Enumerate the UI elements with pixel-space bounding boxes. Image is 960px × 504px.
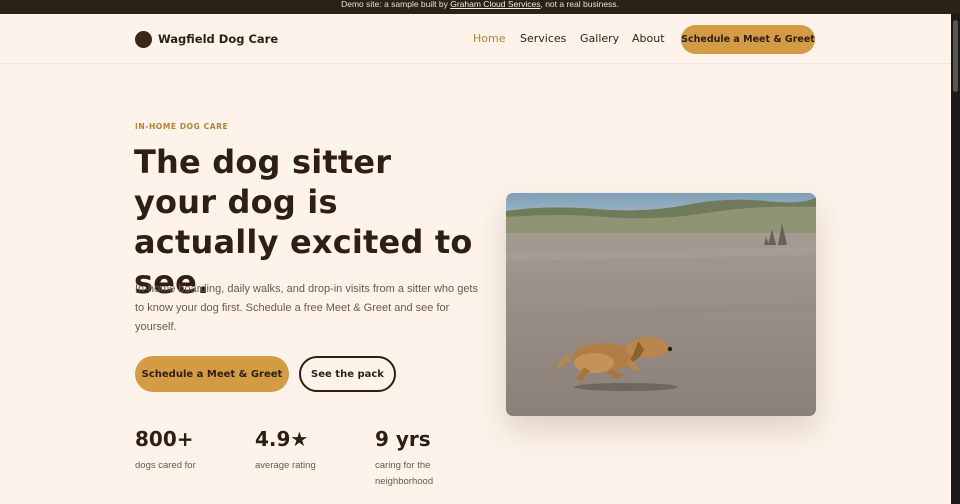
stat-dogs-cared: 800+ dogs cared for [135,426,196,474]
scrollbar-thumb[interactable] [953,20,958,92]
page: Wagfield Dog Care Home Services Gallery … [0,14,951,504]
hero-eyebrow: IN-HOME DOG CARE [135,122,229,131]
banner-suffix: , not a real business. [540,0,619,9]
demo-banner: Demo site: a sample built by Graham Clou… [0,0,960,14]
stat-value: 4.9★ [255,427,309,451]
hero-dog-photo [506,193,816,416]
see-the-pack-button[interactable]: See the pack [299,356,396,392]
stat-label: caring for the neighborhood [375,460,434,487]
nav-home[interactable]: Home [473,32,505,46]
hero-headline: The dog sitter your dog is actually exci… [134,143,473,301]
logo-icon[interactable] [135,31,152,48]
hero-lead: In-home boarding, daily walks, and drop-… [135,283,478,333]
stat-label: dogs cared for [135,460,196,471]
stat-average-rating: 4.9★ average rating [255,426,316,474]
stat-label: average rating [255,460,316,471]
banner-link[interactable]: Graham Cloud Services [450,0,540,9]
scrollbar[interactable] [951,14,960,504]
schedule-meet-greet-button[interactable]: Schedule a Meet & Greet [135,356,289,392]
site-header: Wagfield Dog Care Home Services Gallery … [0,14,951,64]
logo-text[interactable]: Wagfield Dog Care [158,31,278,47]
stat-value: 9 yrs [375,427,431,451]
nav-services[interactable]: Services [520,32,566,46]
banner-prefix: Demo site: a sample built by [341,0,451,9]
nav-gallery[interactable]: Gallery [580,32,619,46]
stat-years: 9 yrs caring for the neighborhood [375,426,465,490]
header-schedule-button[interactable]: Schedule a Meet & Greet [681,25,815,54]
stat-value: 800+ [135,427,194,451]
nav-about[interactable]: About [632,32,665,46]
